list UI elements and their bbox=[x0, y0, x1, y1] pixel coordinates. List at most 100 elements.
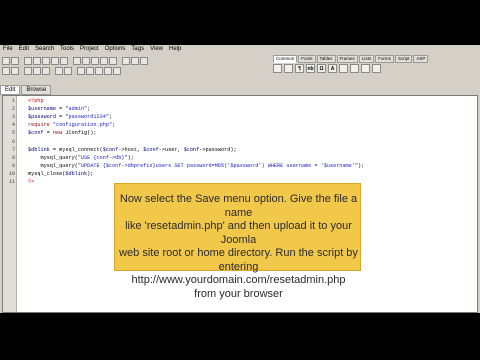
quicktab-frames[interactable]: Frames bbox=[336, 55, 358, 63]
quicktab-common[interactable]: Common bbox=[273, 55, 298, 63]
copy-icon[interactable] bbox=[82, 57, 90, 65]
code-token: ); bbox=[87, 170, 94, 177]
code-line: $conf = new JConfig(); bbox=[28, 130, 97, 136]
browser-icon[interactable] bbox=[131, 57, 139, 65]
preview-icon[interactable] bbox=[60, 57, 68, 65]
spellcheck-icon[interactable] bbox=[122, 57, 130, 65]
instruction-text: Now select the Save menu option. Give th… bbox=[119, 193, 358, 300]
line-number: 5 bbox=[11, 130, 15, 137]
new-file-icon[interactable] bbox=[2, 57, 10, 65]
line-number: 3 bbox=[11, 114, 15, 121]
code-token: = bbox=[56, 114, 66, 121]
align-right-icon[interactable] bbox=[42, 67, 50, 75]
cut-icon[interactable] bbox=[73, 57, 81, 65]
line-number: 9 bbox=[11, 162, 15, 169]
code-token: "password1234" bbox=[65, 114, 109, 121]
indent-icon[interactable] bbox=[77, 67, 85, 75]
tools-icon[interactable] bbox=[104, 67, 112, 75]
open-folder-icon[interactable] bbox=[42, 57, 50, 65]
code-token: $dblink bbox=[65, 170, 88, 177]
italic-icon[interactable] bbox=[11, 67, 19, 75]
code-token: $conf bbox=[28, 130, 44, 137]
line-number: 11 bbox=[8, 179, 15, 185]
line-number: 6 bbox=[11, 138, 15, 145]
image-icon[interactable] bbox=[339, 64, 348, 73]
code-line: mysql_query("USE {conf->db}"); bbox=[28, 154, 133, 161]
comment-icon[interactable] bbox=[361, 64, 370, 73]
line-number: 10 bbox=[8, 170, 15, 177]
align-left-icon[interactable] bbox=[24, 67, 32, 75]
nbsp-button[interactable]: nb bbox=[306, 64, 315, 73]
font-icon[interactable] bbox=[284, 64, 293, 73]
align-center-icon[interactable] bbox=[33, 67, 41, 75]
code-token: "configuration.php" bbox=[52, 122, 113, 129]
code-token: ); bbox=[357, 162, 365, 169]
bold-quick-button[interactable]: A bbox=[328, 64, 337, 73]
new-template-icon[interactable] bbox=[11, 57, 19, 65]
quicktab-tables[interactable]: Tables bbox=[316, 55, 336, 63]
code-token: ?> bbox=[28, 179, 35, 185]
tag-icon[interactable] bbox=[95, 67, 103, 75]
menu-project[interactable]: Project bbox=[80, 45, 99, 53]
toolbar-row-1 bbox=[2, 57, 148, 65]
menu-options[interactable]: Options bbox=[105, 45, 126, 53]
undo-icon[interactable] bbox=[55, 67, 63, 75]
quicktab-fonts[interactable]: Fonts bbox=[298, 55, 316, 63]
menu-view[interactable]: View bbox=[150, 45, 163, 53]
code-token: mysql_query( bbox=[28, 154, 78, 161]
menu-tools[interactable]: Tools bbox=[60, 45, 74, 53]
quicktab-script[interactable]: Script bbox=[394, 55, 413, 63]
menu-help[interactable]: Help bbox=[169, 45, 181, 53]
code-token: = bbox=[43, 130, 53, 137]
code-token: ->user, bbox=[158, 146, 184, 153]
help-icon[interactable] bbox=[140, 57, 148, 65]
tab-edit[interactable]: Edit bbox=[0, 85, 21, 95]
special-char-button[interactable]: Ω bbox=[317, 64, 326, 73]
code-token: ; bbox=[112, 122, 116, 129]
paragraph-button[interactable]: ¶ bbox=[295, 64, 304, 73]
code-token: ->host, bbox=[118, 146, 144, 153]
quickbar-tabs: Common Fonts Tables Frames Lists Forms Script A… bbox=[273, 55, 429, 63]
body-tag-icon[interactable] bbox=[273, 64, 282, 73]
link-icon[interactable] bbox=[350, 64, 359, 73]
code-line: $username = "admin"; bbox=[28, 106, 90, 112]
code-token: $conf bbox=[102, 146, 119, 153]
code-line: $dblink = mysql_connect($conf->host, $co… bbox=[28, 147, 237, 153]
save-icon[interactable] bbox=[24, 57, 32, 65]
line-number: 1 bbox=[11, 98, 15, 104]
bold-icon[interactable] bbox=[2, 67, 10, 75]
video-frame: File Edit Search Tools Project Options Tags Vie… bbox=[0, 0, 480, 360]
code-token: ->password); bbox=[199, 146, 237, 153]
code-line: mysql_query("UPDATE {$conf->dbprefix}use… bbox=[28, 163, 364, 169]
paste-icon[interactable] bbox=[91, 57, 99, 65]
code-token: "UPDATE {$conf->dbprefix}users SET passw… bbox=[77, 162, 358, 169]
code-line: require "configuration.php"; bbox=[28, 122, 115, 128]
menu-tags[interactable]: Tags bbox=[131, 45, 144, 53]
code-token: $password bbox=[28, 114, 57, 121]
menu-search[interactable]: Search bbox=[35, 45, 54, 53]
print-icon[interactable] bbox=[51, 57, 59, 65]
line-number-gutter: 1 2 3 4 5 6 7 8 9 10 11 bbox=[3, 96, 17, 312]
code-token: $conf bbox=[183, 146, 200, 153]
save-all-icon[interactable] bbox=[33, 57, 41, 65]
quicktab-lists[interactable]: Lists bbox=[358, 55, 375, 63]
code-token: new bbox=[52, 130, 63, 137]
code-line: ?> bbox=[28, 179, 34, 185]
code-line: $password = "password1234"; bbox=[28, 114, 112, 120]
tab-browse[interactable]: Browse bbox=[21, 85, 52, 95]
outdent-icon[interactable] bbox=[86, 67, 94, 75]
edit-browse-tabs: Edit Browse bbox=[0, 85, 52, 95]
menu-edit[interactable]: Edit bbox=[19, 45, 29, 53]
settings-icon[interactable] bbox=[113, 67, 121, 75]
anchor-icon[interactable] bbox=[372, 64, 381, 73]
menu-file[interactable]: File bbox=[3, 45, 13, 53]
replace-icon[interactable] bbox=[109, 57, 117, 65]
redo-icon[interactable] bbox=[64, 67, 72, 75]
code-token: $dblink bbox=[28, 146, 50, 153]
code-line: <?php bbox=[28, 98, 44, 104]
quicktab-asp[interactable]: ASP bbox=[413, 55, 429, 63]
quicktab-forms[interactable]: Forms bbox=[375, 55, 394, 63]
instruction-callout: Now select the Save menu option. Give th… bbox=[114, 183, 361, 300]
find-icon[interactable] bbox=[100, 57, 108, 65]
code-token: "USE {conf->db}" bbox=[77, 154, 128, 161]
